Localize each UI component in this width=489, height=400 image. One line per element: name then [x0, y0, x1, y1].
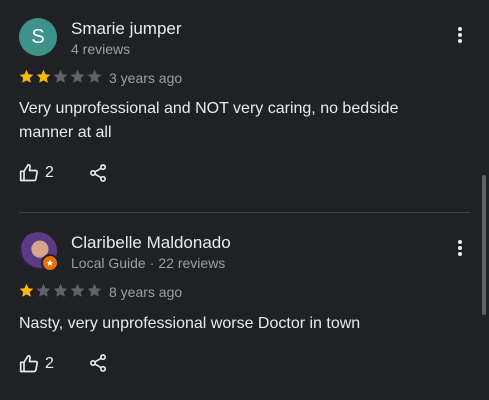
review-time: 3 years ago: [109, 70, 183, 86]
star-rating: [18, 282, 103, 299]
like-button[interactable]: 2: [19, 163, 54, 183]
thumb-up-icon: [19, 163, 39, 182]
star-icon: [46, 259, 54, 266]
star-filled-icon: [36, 69, 51, 83]
scrollbar[interactable]: [482, 175, 486, 315]
star-empty-icon: [53, 283, 68, 297]
share-button[interactable]: [88, 353, 108, 373]
reviewer-meta: 4 reviews: [71, 41, 130, 57]
like-button[interactable]: 2: [19, 354, 54, 374]
local-guide-badge: [41, 254, 59, 272]
review-text: Very unprofessional and NOT very caring,…: [19, 100, 399, 141]
like-count: 2: [45, 164, 54, 181]
thumb-up-icon: [19, 354, 39, 373]
share-button[interactable]: [88, 163, 108, 183]
review-card: S Smarie jumper 4 reviews 3 years ago Ve…: [0, 0, 470, 212]
avatar-initial: S: [31, 25, 45, 48]
star-rating: [18, 68, 103, 85]
more-vert-icon: [458, 27, 462, 43]
more-options-button[interactable]: [452, 236, 468, 260]
star-empty-icon: [36, 283, 51, 297]
star-empty-icon: [87, 283, 102, 297]
reviewer-name[interactable]: Smarie jumper: [71, 19, 182, 39]
star-empty-icon: [70, 69, 85, 83]
review-text: Nasty, very unprofessional worse Doctor …: [19, 315, 361, 332]
like-count: 2: [45, 355, 54, 372]
star-filled-icon: [19, 283, 34, 297]
star-filled-icon: [19, 69, 34, 83]
review-time: 8 years ago: [109, 284, 183, 300]
local-guide-label: Local Guide: [71, 255, 146, 271]
separator-dot: ·: [149, 255, 155, 271]
star-empty-icon: [87, 69, 102, 83]
review-count: 22 reviews: [158, 255, 226, 271]
review-count: 4 reviews: [71, 41, 131, 57]
star-empty-icon: [53, 69, 68, 83]
avatar[interactable]: S: [19, 18, 57, 56]
share-icon: [90, 164, 106, 182]
avatar[interactable]: [19, 232, 59, 272]
review-card: Claribelle Maldonado Local Guide · 22 revi…: [0, 213, 470, 400]
share-icon: [90, 354, 106, 372]
reviewer-meta: Local Guide · 22 reviews: [71, 255, 225, 271]
star-empty-icon: [70, 283, 85, 297]
reviewer-name[interactable]: Claribelle Maldonado: [71, 233, 231, 253]
more-options-button[interactable]: [452, 23, 468, 47]
more-vert-icon: [458, 240, 462, 256]
